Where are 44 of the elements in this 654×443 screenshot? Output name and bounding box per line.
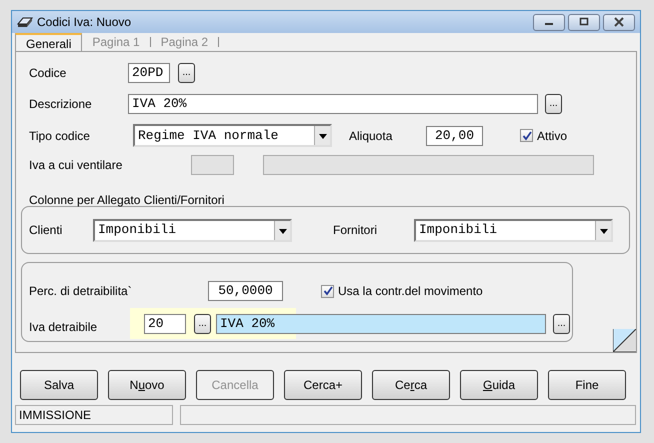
dropdown[interactable]: Regime IVA normale (133, 124, 332, 147)
action-button[interactable]: Salva (20, 370, 98, 400)
close-icon (613, 17, 625, 27)
code-field[interactable]: 20PD (128, 63, 170, 83)
lookup-button[interactable]: ... (545, 94, 562, 114)
action-button[interactable]: Cerca+ (284, 370, 362, 400)
field-label: Clienti (29, 222, 64, 239)
lookup-button[interactable]: ... (178, 63, 195, 83)
field-label: Attivo (537, 128, 568, 144)
checkbox[interactable] (321, 284, 334, 298)
window-title: Codici Iva: Nuovo (37, 14, 132, 31)
maximize-icon (578, 17, 590, 27)
percentage-field[interactable]: 50,0000 (208, 281, 283, 301)
action-button[interactable]: Nuovo (108, 370, 186, 400)
action-button[interactable]: Fine (548, 370, 626, 400)
lookup-button[interactable]: ... (553, 314, 570, 334)
code-field[interactable]: 20 (144, 314, 186, 334)
description-field[interactable] (263, 155, 594, 175)
eraser-icon (17, 16, 33, 28)
field-label: Usa la contr.del movimento (338, 283, 483, 300)
description-field[interactable]: IVA 20% (128, 94, 538, 114)
field-label: Aliquota (349, 128, 394, 144)
field-label: Tipo codice (29, 128, 91, 144)
maximize-button[interactable] (568, 14, 600, 30)
field-label: Iva detraibile (29, 318, 98, 336)
status-panel: IMMISSIONE (15, 405, 173, 425)
field-label: Iva a cui ventilare (29, 157, 124, 174)
minimize-button[interactable] (533, 14, 565, 30)
field-label: Codice (29, 65, 68, 82)
action-button[interactable]: Guida (460, 370, 538, 400)
field-label: Fornitori (333, 222, 378, 239)
lookup-button[interactable]: ... (194, 314, 211, 334)
dropdown[interactable]: Imponibili (93, 218, 292, 242)
dropdown[interactable]: Imponibili (414, 218, 613, 242)
close-button[interactable] (603, 14, 635, 30)
field-label: Perc. di detraibilita` (29, 283, 133, 300)
checkbox[interactable] (520, 129, 533, 142)
field-label: Colonne per Allegato Clienti/Fornitori (29, 193, 224, 207)
action-button[interactable]: Cerca (372, 370, 450, 400)
rate-field[interactable]: 20,00 (426, 126, 483, 146)
page-corner-icon (613, 329, 636, 352)
field-label: Descrizione (29, 96, 93, 113)
tab[interactable]: Generali (15, 33, 82, 51)
description-field[interactable]: IVA 20% (216, 314, 546, 334)
